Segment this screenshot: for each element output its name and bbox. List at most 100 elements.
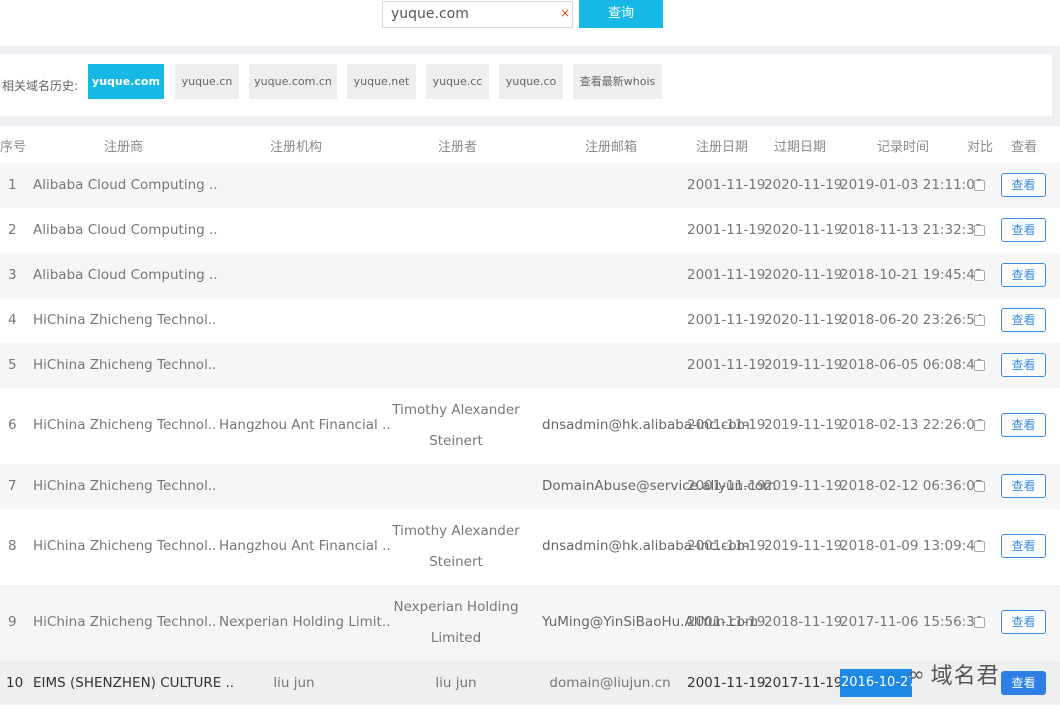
cell-exp-date: 2018-11-19 [764, 614, 843, 630]
clear-icon[interactable]: × [560, 5, 570, 21]
cell-reg-date: 2001-11-19 [687, 312, 766, 328]
cell-record-time: 2018-06-20 23:26:54 [840, 312, 984, 328]
cell-email: domain@liujun.cn [549, 675, 671, 691]
compare-checkbox[interactable] [974, 180, 985, 191]
view-button[interactable]: 查看 [1001, 413, 1046, 437]
cell-index: 7 [8, 478, 17, 494]
search-button[interactable]: 查询 [579, 0, 663, 28]
cell-org: Hangzhou Ant Financial .. [219, 417, 391, 433]
cell-index: 5 [8, 357, 17, 373]
compare-checkbox[interactable] [974, 270, 985, 281]
view-button[interactable]: 查看 [1001, 474, 1046, 498]
cell-exp-date: 2019-11-19 [764, 538, 843, 554]
cell-record-time: 2018-01-09 13:09:48 [840, 538, 984, 554]
cell-exp-date: 2019-11-19 [764, 417, 843, 433]
view-button[interactable]: 查看 [1001, 308, 1046, 332]
right-gutter [1052, 46, 1060, 126]
header-reg-date: 注册日期 [696, 140, 749, 155]
history-chip-yuque-cc[interactable]: yuque.cc [426, 64, 489, 99]
cell-exp-date: 2020-11-19 [764, 267, 843, 283]
view-button[interactable]: 查看 [1001, 263, 1046, 287]
wechat-logo-icon: ∞ [908, 662, 925, 686]
view-button[interactable]: 查看 [1001, 218, 1046, 242]
header-email: 注册邮箱 [585, 140, 638, 155]
compare-checkbox[interactable] [974, 617, 985, 628]
cell-record-time: 2018-10-21 19:45:42 [840, 267, 984, 283]
cell-registrant-line2: Steinert [429, 554, 483, 570]
table-row: 7 HiChina Zhicheng Technol.. 2001-11-19 … [0, 464, 1060, 509]
view-button[interactable]: 查看 [1001, 610, 1046, 634]
cell-exp-date: 2020-11-19 [764, 222, 843, 238]
view-button[interactable]: 查看 [1001, 173, 1046, 197]
table-row: 10 EIMS (SHENZHEN) CULTURE .. liu jun li… [0, 661, 1060, 705]
compare-checkbox[interactable] [974, 225, 985, 236]
whois-history-table: 序号 注册商 注册机构 注册者 注册邮箱 注册日期 过期日期 记录时间 对比 查… [0, 126, 1060, 705]
table-row: 6 HiChina Zhicheng Technol.. Hangzhou An… [0, 388, 1060, 464]
cell-reg-date: 2001-11-19 [687, 267, 766, 283]
cell-index: 4 [8, 312, 17, 328]
watermark: ∞ 域名君 [908, 658, 1000, 690]
cell-registrant-line1: Nexperian Holding [393, 599, 519, 615]
selected-record-time: 2016-10-27 [840, 669, 912, 697]
related-domain-history: 相关域名历史: yuque.com yuque.cn yuque.com.cn … [0, 54, 1052, 116]
cell-email: DomainAbuse@service.aliyun.com [542, 478, 777, 494]
compare-checkbox[interactable] [974, 481, 985, 492]
view-button[interactable]: 查看 [1001, 534, 1046, 558]
cell-registrant-line2: Steinert [429, 433, 483, 449]
history-chip-yuque-co[interactable]: yuque.co [499, 64, 563, 99]
watermark-text: 域名君 [930, 664, 1000, 689]
header-registrant: 注册者 [438, 140, 478, 155]
cell-registrar: HiChina Zhicheng Technol.. [33, 538, 217, 554]
cell-index: 8 [8, 538, 17, 554]
cell-reg-date: 2001-11-19 [687, 675, 766, 691]
table-row: 3 Alibaba Cloud Computing .. 2001-11-19 … [0, 253, 1060, 298]
cell-registrar: Alibaba Cloud Computing .. [33, 177, 218, 193]
header-exp-date: 过期日期 [774, 140, 827, 155]
header-record-time: 记录时间 [877, 140, 930, 155]
section-divider [0, 116, 1060, 126]
cell-index: 10 [6, 675, 24, 691]
compare-checkbox[interactable] [974, 420, 985, 431]
history-chip-yuque-com-cn[interactable]: yuque.com.cn [249, 64, 337, 99]
header-compare: 对比 [967, 140, 994, 155]
cell-exp-date: 2019-11-19 [764, 478, 843, 494]
compare-checkbox[interactable] [974, 360, 985, 371]
view-button[interactable]: 查看 [1001, 353, 1046, 377]
history-chip-yuque-cn[interactable]: yuque.cn [175, 64, 239, 99]
cell-exp-date: 2020-11-19 [764, 312, 843, 328]
table-row: 5 HiChina Zhicheng Technol.. 2001-11-19 … [0, 343, 1060, 388]
history-label: 相关域名历史: [2, 79, 79, 93]
cell-email: YuMing@YinSiBaoHu.AliYun.com [542, 614, 759, 630]
cell-registrant-line1: liu jun [435, 675, 477, 691]
table-row: 9 HiChina Zhicheng Technol.. Nexperian H… [0, 585, 1060, 661]
cell-registrant-line1: Timothy Alexander [392, 402, 520, 418]
table-row: 8 HiChina Zhicheng Technol.. Hangzhou An… [0, 509, 1060, 585]
cell-index: 9 [8, 614, 17, 630]
header-index: 序号 [0, 140, 27, 155]
cell-registrant-line1: Timothy Alexander [392, 523, 520, 539]
cell-index: 1 [8, 177, 17, 193]
history-chip-yuque-com[interactable]: yuque.com [88, 64, 164, 99]
cell-registrar: HiChina Zhicheng Technol.. [33, 478, 217, 494]
cell-registrar: Alibaba Cloud Computing .. [33, 222, 218, 238]
header-view: 查看 [1011, 140, 1038, 155]
section-divider [0, 46, 1060, 54]
cell-record-time: 2018-02-13 22:26:06 [840, 417, 984, 433]
domain-search-input[interactable]: yuque.com [382, 1, 573, 28]
compare-checkbox[interactable] [974, 541, 985, 552]
table-row: 4 HiChina Zhicheng Technol.. 2001-11-19 … [0, 298, 1060, 343]
cell-record-time: 2018-11-13 21:32:32 [840, 222, 984, 238]
compare-checkbox[interactable] [974, 315, 985, 326]
history-chip-yuque-net[interactable]: yuque.net [347, 64, 416, 99]
header-org: 注册机构 [270, 140, 323, 155]
cell-registrar: HiChina Zhicheng Technol.. [33, 357, 217, 373]
cell-exp-date: 2020-11-19 [764, 177, 843, 193]
view-button[interactable]: 查看 [1001, 671, 1046, 695]
view-latest-whois-button[interactable]: 查看最新whois [573, 64, 662, 99]
cell-registrant-line2: Limited [430, 630, 482, 646]
cell-record-time: 2017-11-06 15:56:30 [840, 614, 984, 630]
header-registrar: 注册商 [104, 140, 144, 155]
cell-index: 2 [8, 222, 17, 238]
cell-org: Hangzhou Ant Financial .. [219, 538, 391, 554]
cell-reg-date: 2001-11-19 [687, 357, 766, 373]
